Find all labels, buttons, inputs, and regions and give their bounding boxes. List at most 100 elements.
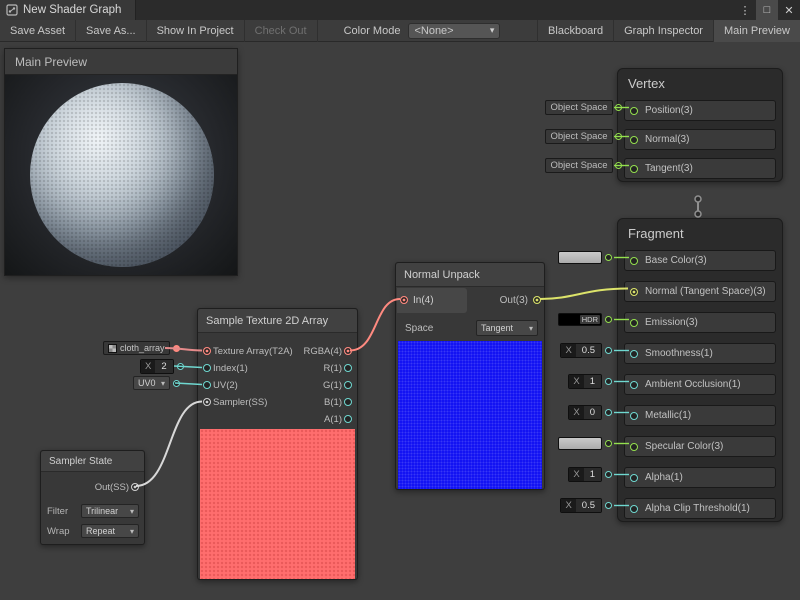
input-sampler[interactable]: Sampler(SS): [198, 394, 298, 411]
wire-sampler[interactable]: [136, 402, 202, 487]
smoothness-widget[interactable]: X0.5: [560, 343, 612, 358]
menu-icon[interactable]: ⋮: [734, 0, 756, 20]
node-title[interactable]: Sampler State: [41, 451, 144, 472]
vertex-row-normal[interactable]: Normal(3): [624, 129, 776, 150]
input-in4[interactable]: In(4): [397, 288, 467, 313]
fragment-row-alpha-clip-threshold[interactable]: Alpha Clip Threshold(1): [624, 498, 776, 519]
port-b[interactable]: [344, 398, 352, 406]
output-rgba[interactable]: RGBA(4): [287, 343, 357, 360]
fragment-block[interactable]: Fragment Base Color(3) Normal (Tangent S…: [617, 218, 783, 522]
color-swatch[interactable]: [558, 437, 602, 450]
port-out[interactable]: [533, 296, 541, 304]
specular-color-widget[interactable]: [558, 437, 612, 450]
port-a[interactable]: [344, 415, 352, 423]
show-in-project-button[interactable]: Show In Project: [147, 20, 245, 42]
port-metallic[interactable]: [630, 412, 638, 420]
vertex-row-tangent[interactable]: Tangent(3): [624, 158, 776, 179]
input-index[interactable]: Index(1): [198, 360, 298, 377]
node-title[interactable]: Normal Unpack: [396, 263, 544, 287]
save-as-button[interactable]: Save As...: [76, 20, 147, 42]
port-uv[interactable]: [203, 381, 211, 389]
port-out-ss[interactable]: [131, 483, 139, 491]
sample-texture-2d-array-node[interactable]: Sample Texture 2D Array Texture Array(T2…: [197, 308, 358, 580]
sampler-state-node[interactable]: Sampler State Out(SS) Filter Trilinear ▾…: [40, 450, 145, 545]
normal-unpack-node[interactable]: Normal Unpack In(4) Out(3) Space Tangent…: [395, 262, 545, 490]
base-color-widget[interactable]: [558, 251, 612, 264]
port-tangent-in[interactable]: [630, 165, 638, 173]
output-a[interactable]: A(1): [287, 411, 357, 428]
port-specular-color[interactable]: [630, 443, 638, 451]
alpha-clip-threshold-widget[interactable]: X0.5: [560, 498, 612, 513]
output-r[interactable]: R(1): [287, 360, 357, 377]
fragment-row-alpha[interactable]: Alpha(1): [624, 467, 776, 488]
graph-inspector-toggle[interactable]: Graph Inspector: [613, 20, 713, 42]
output-out3[interactable]: Out(3): [474, 288, 544, 313]
emission-widget[interactable]: HDR: [558, 313, 612, 326]
port-g[interactable]: [344, 381, 352, 389]
hdr-color-swatch[interactable]: HDR: [558, 313, 602, 326]
port-emission[interactable]: [630, 319, 638, 327]
vertex-block[interactable]: Vertex Position(3) Normal(3) Tangent(3): [617, 68, 783, 182]
filter-dropdown[interactable]: Trilinear ▾: [81, 504, 139, 518]
uv-dropdown[interactable]: UV0 ▾: [133, 376, 170, 390]
wrap-dropdown[interactable]: Repeat ▾: [81, 524, 139, 538]
metallic-widget[interactable]: X0: [568, 405, 612, 420]
save-asset-button[interactable]: Save Asset: [0, 20, 76, 42]
space-dropdown[interactable]: Tangent ▾: [476, 320, 538, 336]
float-value[interactable]: 1: [584, 468, 601, 481]
object-space-dropdown-tangent[interactable]: Object Space: [545, 158, 613, 173]
maximize-icon[interactable]: □: [756, 0, 778, 20]
fragment-row-metallic[interactable]: Metallic(1): [624, 405, 776, 426]
output-b[interactable]: B(1): [287, 394, 357, 411]
ambient-occlusion-widget[interactable]: X1: [568, 374, 612, 389]
fragment-row-base-color[interactable]: Base Color(3): [624, 250, 776, 271]
port-sampler[interactable]: [203, 398, 211, 406]
port-normal-in[interactable]: [630, 136, 638, 144]
float-value[interactable]: 0.5: [576, 499, 601, 512]
index-field[interactable]: X2: [140, 359, 184, 374]
float-value[interactable]: 0.5: [576, 344, 601, 357]
fragment-row-specular-color[interactable]: Specular Color(3): [624, 436, 776, 457]
main-preview-panel[interactable]: Main Preview: [4, 48, 238, 276]
wire-out-to-normal[interactable]: [540, 289, 628, 300]
blackboard-toggle[interactable]: Blackboard: [537, 20, 613, 42]
main-preview-toggle[interactable]: Main Preview: [713, 20, 800, 42]
fragment-row-smoothness[interactable]: Smoothness(1): [624, 343, 776, 364]
object-space-dropdown-position[interactable]: Object Space: [545, 100, 613, 115]
texture-array-field[interactable]: cloth_array: [103, 341, 180, 355]
float-value[interactable]: 2: [155, 360, 172, 373]
main-preview-header[interactable]: Main Preview: [5, 49, 237, 75]
port-alpha-clip-threshold[interactable]: [630, 505, 638, 513]
port-alpha[interactable]: [630, 474, 638, 482]
node-title[interactable]: Sample Texture 2D Array: [198, 309, 357, 333]
port-index[interactable]: [203, 364, 211, 372]
port-rgba[interactable]: [344, 347, 352, 355]
port-smoothness[interactable]: [630, 350, 638, 358]
float-value[interactable]: 1: [584, 375, 601, 388]
input-texture-array[interactable]: Texture Array(T2A): [198, 343, 298, 360]
port-r[interactable]: [344, 364, 352, 372]
document-tab[interactable]: New Shader Graph: [0, 0, 136, 20]
fragment-row-emission[interactable]: Emission(3): [624, 312, 776, 333]
fragment-row-ambient-occlusion[interactable]: Ambient Occlusion(1): [624, 374, 776, 395]
close-icon[interactable]: ✕: [778, 0, 800, 20]
float-value[interactable]: 0: [584, 406, 601, 419]
output-g[interactable]: G(1): [287, 377, 357, 394]
color-swatch[interactable]: [558, 251, 602, 264]
object-field[interactable]: cloth_array: [103, 341, 170, 355]
port-position-in[interactable]: [630, 107, 638, 115]
alpha-widget[interactable]: X1: [568, 467, 612, 482]
fragment-row-normal-ts[interactable]: Normal (Tangent Space)(3): [624, 281, 776, 302]
port-texture-array[interactable]: [203, 347, 211, 355]
window-titlebar: New Shader Graph ⋮ □ ✕: [0, 0, 800, 20]
color-mode-dropdown[interactable]: <None> ▾: [408, 23, 500, 39]
output-out-ss[interactable]: Out(SS): [41, 479, 144, 495]
port-in[interactable]: [400, 296, 408, 304]
vertex-row-position[interactable]: Position(3): [624, 100, 776, 121]
port-normal-tangent-space[interactable]: [630, 288, 638, 296]
port-base-color[interactable]: [630, 257, 638, 265]
input-uv[interactable]: UV(2): [198, 377, 298, 394]
uv-channel-field[interactable]: UV0 ▾: [133, 376, 180, 390]
object-space-dropdown-normal[interactable]: Object Space: [545, 129, 613, 144]
port-ambient-occlusion[interactable]: [630, 381, 638, 389]
